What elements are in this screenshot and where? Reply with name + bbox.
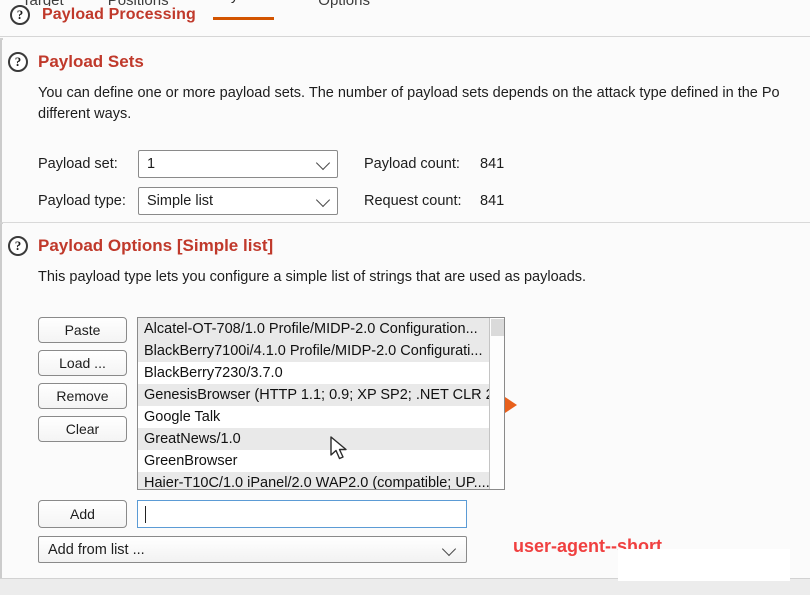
question-mark-icon[interactable]: ? (8, 236, 28, 256)
payload-count-label: Payload count: (364, 155, 460, 172)
tab-strip-rule (0, 36, 810, 37)
list-action-buttons: Paste Load ... Remove Clear (38, 317, 127, 442)
tab-payloads[interactable]: Payloads (191, 0, 297, 26)
clear-button[interactable]: Clear (38, 416, 127, 442)
add-from-list-select[interactable]: Add from list ... (38, 536, 467, 563)
chevron-down-icon (315, 155, 331, 170)
payload-options-description: This payload type lets you configure a s… (38, 269, 587, 285)
annotation-cover-box (618, 549, 790, 581)
mouse-cursor-icon (330, 436, 348, 467)
payload-options-title: Payload Options [Simple list] (38, 236, 274, 255)
payload-sets-description-line1: You can define one or more payload sets.… (38, 85, 780, 101)
payload-type-select[interactable]: Simple list (138, 186, 338, 215)
payload-list-scrollbar[interactable] (489, 318, 504, 489)
section-left-edge (0, 224, 2, 578)
payload-list[interactable]: Alcatel-OT-708/1.0 Profile/MIDP-2.0 Conf… (137, 317, 505, 490)
add-from-list-value: Add from list ... (48, 541, 145, 558)
payload-counts: Payload count: 841 Request count: 841 (364, 148, 504, 222)
question-mark-icon[interactable]: ? (8, 52, 28, 72)
payload-options-header: ? Payload Options [Simple list] (0, 224, 810, 256)
list-item[interactable]: GenesisBrowser (HTTP 1.1; 0.9; XP SP2; .… (138, 384, 490, 406)
add-button[interactable]: Add (38, 500, 127, 528)
payload-set-row: Payload set: 1 (38, 148, 338, 179)
payload-set-label: Payload set: (38, 155, 118, 172)
request-count-value: 841 (480, 192, 505, 209)
payload-sets-description: You can define one or more payload sets.… (0, 72, 810, 124)
list-item[interactable]: Google Talk (138, 406, 490, 428)
payload-sets-title: Payload Sets (38, 52, 144, 71)
chevron-down-icon (441, 541, 457, 556)
tab-options[interactable]: Options (296, 0, 392, 26)
add-payload-row: Add (38, 500, 467, 528)
request-count-label: Request count: (364, 192, 462, 209)
question-mark-icon[interactable]: ? (10, 5, 30, 25)
list-item[interactable]: BlackBerry7100i/4.1.0 Profile/MIDP-2.0 C… (138, 340, 490, 362)
tab-payloads-label: Payloads (213, 0, 275, 4)
payload-sets-header: ? Payload Sets (0, 40, 810, 72)
text-caret (145, 505, 146, 523)
load-button[interactable]: Load ... (38, 350, 127, 376)
add-payload-input[interactable] (137, 500, 467, 528)
payload-set-value: 1 (147, 155, 156, 172)
list-item[interactable]: GreenBrowser (138, 450, 490, 472)
list-item[interactable]: BlackBerry7230/3.7.0 (138, 362, 490, 384)
tab-options-label: Options (318, 0, 370, 9)
remove-button[interactable]: Remove (38, 383, 127, 409)
payload-processing-title: Payload Processing (38, 6, 200, 24)
list-item[interactable]: GreatNews/1.0 (138, 428, 490, 450)
burp-intruder-payloads-panel: ○ Target Positions Payloads Options ? (0, 0, 810, 595)
request-count-row: Request count: 841 (364, 185, 504, 216)
payload-processing-heading: ? Payload Processing (10, 5, 200, 25)
section-left-edge (0, 40, 2, 222)
payload-list-inner: Alcatel-OT-708/1.0 Profile/MIDP-2.0 Conf… (138, 318, 490, 489)
orange-pointer-triangle-icon (505, 397, 517, 413)
payload-type-row: Payload type: Simple list (38, 185, 338, 216)
list-item[interactable]: Alcatel-OT-708/1.0 Profile/MIDP-2.0 Conf… (138, 318, 490, 340)
payload-set-select[interactable]: 1 (138, 149, 338, 178)
payload-type-value: Simple list (147, 192, 214, 209)
payload-type-label: Payload type: (38, 192, 126, 209)
scrollbar-thumb[interactable] (491, 319, 504, 336)
payload-sets-description-line2: different ways. (38, 105, 132, 122)
payload-sets-form: Payload set: 1 Payload type: Simple list (38, 148, 338, 222)
payload-sets-section: ? Payload Sets You can define one or mor… (0, 40, 810, 222)
payload-options-section: ? Payload Options [Simple list] This pay… (0, 224, 810, 578)
paste-button[interactable]: Paste (38, 317, 127, 343)
payload-count-value: 841 (480, 155, 505, 172)
section-divider (2, 222, 810, 223)
list-item[interactable]: Haier-T10C/1.0 iPanel/2.0 WAP2.0 (compat… (138, 472, 490, 489)
chevron-down-icon (315, 192, 331, 207)
payload-count-row: Payload count: 841 (364, 148, 504, 179)
tab-payloads-underline (212, 17, 275, 20)
